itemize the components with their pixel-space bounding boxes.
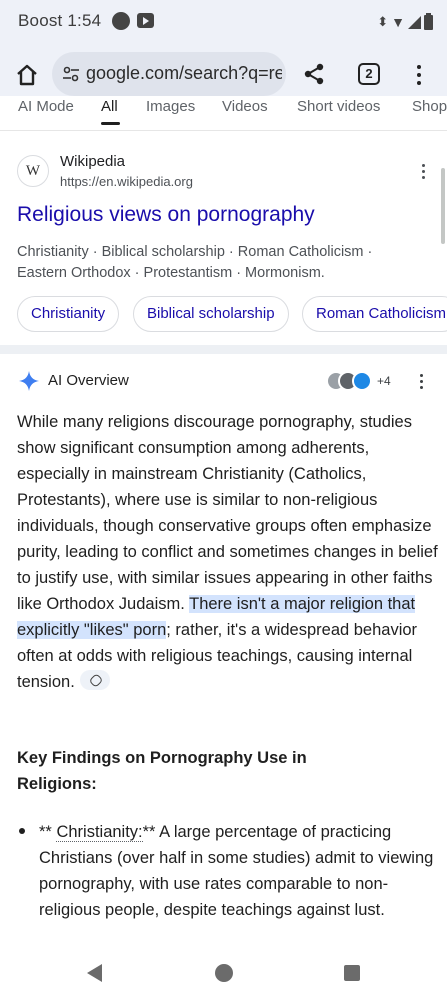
result-options-icon[interactable] bbox=[418, 164, 428, 184]
tab-all[interactable]: All bbox=[101, 98, 118, 115]
bullet-christianity: ** Christianity:** A large percentage of… bbox=[39, 819, 439, 923]
share-icon[interactable] bbox=[302, 62, 326, 86]
tabs-divider bbox=[0, 130, 447, 131]
bullet-prefix: ** bbox=[39, 823, 57, 841]
play-store-icon bbox=[137, 13, 154, 28]
tab-images[interactable]: Images bbox=[146, 98, 195, 115]
source-favicons[interactable] bbox=[326, 371, 376, 393]
result-snippet: Christianity · Biblical scholarship · Ro… bbox=[17, 242, 437, 284]
site-settings-icon[interactable] bbox=[62, 66, 80, 82]
back-icon[interactable] bbox=[87, 964, 102, 982]
section-separator bbox=[0, 345, 447, 354]
status-indicators: ⬍ ▼ bbox=[377, 10, 433, 34]
home-button-icon[interactable] bbox=[215, 964, 233, 982]
snippet-line-2: Eastern Orthodox · Protestantism · Mormo… bbox=[17, 265, 325, 281]
browser-menu-icon[interactable] bbox=[412, 62, 426, 88]
tab-switcher-button[interactable]: 2 bbox=[358, 63, 380, 85]
tab-videos[interactable]: Videos bbox=[222, 98, 268, 115]
tab-short-videos[interactable]: Short videos bbox=[297, 98, 380, 115]
ai-overview-options-icon[interactable] bbox=[417, 374, 425, 394]
chip-roman-catholicism[interactable]: Roman Catholicism bbox=[302, 296, 447, 332]
home-icon[interactable] bbox=[14, 62, 40, 88]
ai-overview-paragraph: While many religions discourage pornogra… bbox=[17, 409, 441, 695]
url-text: google.com/search?q=re bbox=[86, 63, 282, 83]
result-site-url[interactable]: https://en.wikipedia.org bbox=[60, 174, 193, 189]
result-site-name[interactable]: Wikipedia bbox=[60, 153, 125, 170]
source-icon bbox=[352, 371, 372, 391]
overview-text: While many religions discourage pornogra… bbox=[17, 413, 438, 613]
chip-biblical-scholarship[interactable]: Biblical scholarship bbox=[133, 296, 289, 332]
link-icon[interactable] bbox=[79, 670, 110, 690]
recents-icon[interactable] bbox=[344, 965, 360, 981]
chip-christianity[interactable]: Christianity bbox=[17, 296, 120, 332]
status-dot-icon bbox=[112, 12, 130, 30]
status-bar: Boost 1:54 ⬍ ▼ bbox=[0, 0, 447, 44]
address-bar[interactable]: google.com/search?q=re bbox=[52, 52, 286, 96]
source-count[interactable]: +4 bbox=[377, 374, 391, 388]
ai-overview-title: AI Overview bbox=[48, 372, 129, 389]
battery-icon bbox=[424, 12, 433, 30]
wikipedia-favicon: W bbox=[17, 155, 49, 187]
result-title-link[interactable]: Religious views on pornography bbox=[17, 203, 315, 227]
status-carrier-time: Boost 1:54 bbox=[18, 11, 102, 30]
bullet-marker bbox=[19, 828, 25, 834]
active-tab-indicator bbox=[101, 122, 120, 125]
data-transfer-icon: ⬍ bbox=[377, 14, 389, 29]
signal-icon bbox=[408, 15, 421, 29]
bullet-term-christianity[interactable]: Christianity: bbox=[56, 823, 143, 842]
tab-shopping[interactable]: Shopping bbox=[412, 98, 447, 115]
ai-sparkle-icon bbox=[19, 371, 39, 391]
snippet-line-1: Christianity · Biblical scholarship · Ro… bbox=[17, 244, 373, 260]
scrollbar[interactable] bbox=[441, 168, 445, 244]
key-findings-heading: Key Findings on Pornography Use in Relig… bbox=[17, 749, 307, 793]
search-tabs: AI Mode All Images Videos Short videos S… bbox=[0, 96, 447, 130]
wifi-icon: ▼ bbox=[391, 14, 405, 30]
tab-ai-mode[interactable]: AI Mode bbox=[18, 98, 74, 115]
system-navigation-bar bbox=[0, 950, 447, 1000]
